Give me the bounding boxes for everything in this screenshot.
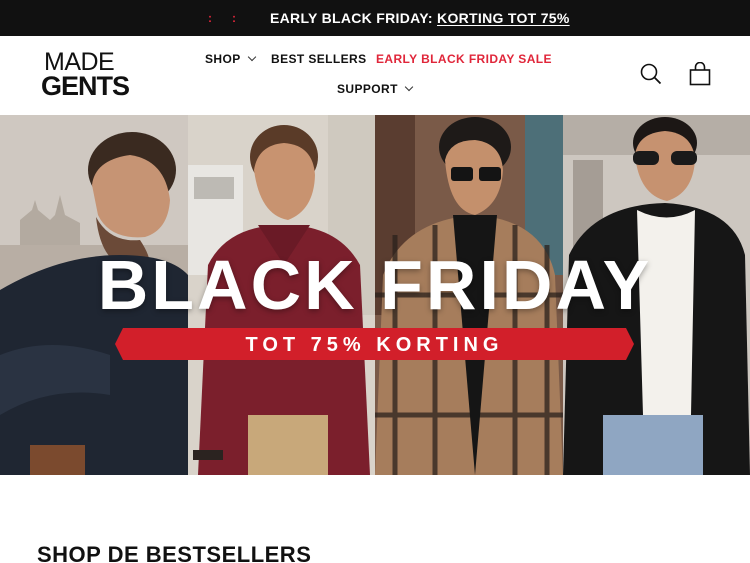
nav-support[interactable]: SUPPORT [337, 82, 414, 96]
nav-support-label: SUPPORT [337, 82, 398, 96]
hero-title: BLACK FRIDAY [97, 246, 653, 324]
site-header: MADE GENTS SHOP BEST SELLERS EARLY BLACK… [0, 36, 750, 115]
nav-best-sellers[interactable]: BEST SELLERS [271, 52, 366, 66]
announcement-prefix: EARLY BLACK FRIDAY: [270, 10, 438, 26]
brand-logo[interactable]: MADE GENTS [41, 48, 131, 101]
countdown-separators: :: [208, 11, 256, 25]
chevron-down-icon [404, 82, 414, 92]
nav-black-friday-sale[interactable]: EARLY BLACK FRIDAY SALE [376, 52, 552, 66]
announcement-bar: :: EARLY BLACK FRIDAY: KORTING TOT 75% [0, 0, 750, 36]
hero-ribbon: TOT 75% KORTING [115, 328, 634, 360]
chevron-down-icon [247, 52, 256, 62]
section-title: SHOP DE BESTSELLERS [37, 542, 312, 563]
cart-icon[interactable] [689, 61, 711, 86]
nav-shop[interactable]: SHOP [205, 52, 256, 66]
logo-line-2: GENTS [41, 71, 130, 101]
separator: : [208, 11, 214, 25]
hero-banner[interactable]: BLACK FRIDAY TOT 75% KORTING [0, 115, 750, 475]
hero-ribbon-text: TOT 75% KORTING [245, 334, 504, 356]
nav-shop-label: SHOP [205, 52, 241, 66]
separator: : [232, 11, 238, 25]
announcement-link[interactable]: KORTING TOT 75% [437, 10, 570, 26]
search-icon[interactable] [640, 63, 662, 85]
announcement-message: EARLY BLACK FRIDAY: KORTING TOT 75% [270, 10, 570, 26]
